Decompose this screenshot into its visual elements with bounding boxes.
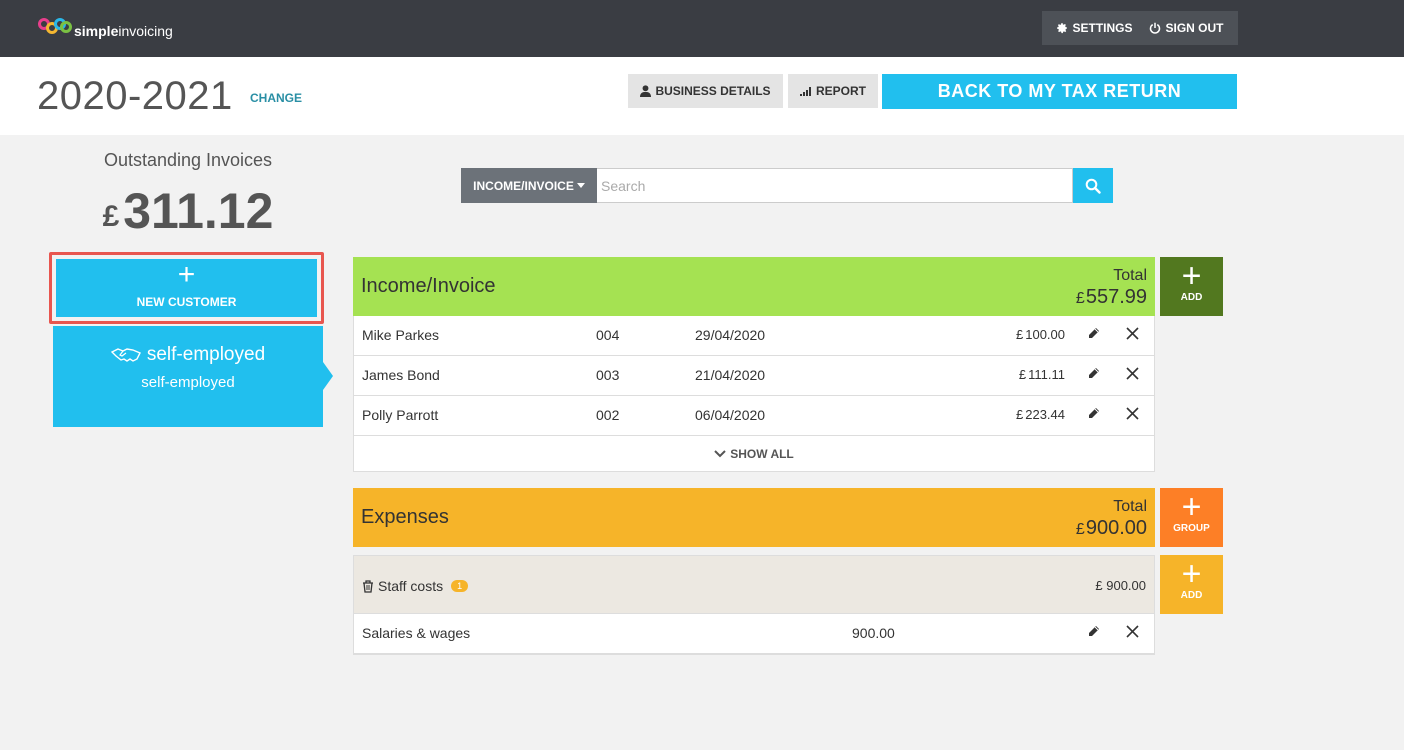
expense-amount-cell: 900.00: [852, 625, 895, 641]
business-details-button[interactable]: BUSINESS DETAILS: [628, 74, 783, 108]
expenses-total-label: Total: [1113, 498, 1147, 515]
pencil-icon[interactable]: [1087, 407, 1100, 423]
close-icon[interactable]: [1126, 327, 1139, 343]
add-group-button[interactable]: + GROUP: [1160, 488, 1223, 547]
handshake-icon: [110, 348, 141, 362]
report-label: REPORT: [815, 84, 866, 98]
close-icon[interactable]: [1126, 625, 1139, 641]
search-input[interactable]: [597, 168, 1073, 203]
customer-subtitle: self-employed: [141, 374, 235, 391]
close-icon[interactable]: [1126, 407, 1139, 423]
customer-name: self-employed: [146, 344, 266, 365]
new-customer-button[interactable]: + NEW CUSTOMER: [56, 259, 317, 317]
chevron-down-icon: [714, 449, 726, 457]
new-customer-highlight: + NEW CUSTOMER: [49, 252, 324, 324]
search-category-dropdown[interactable]: INCOME/INVOICE: [461, 168, 597, 203]
gear-icon: [1057, 23, 1068, 34]
plus-icon: +: [1181, 257, 1202, 295]
new-customer-label: NEW CUSTOMER: [136, 295, 237, 309]
invoice-date-cell: 29/04/2020: [695, 327, 766, 343]
customer-name-cell: Mike Parkes: [362, 327, 440, 343]
invoice-amount-cell: £100.00: [1016, 327, 1065, 342]
expense-row[interactable]: Salaries & wages 900.00: [354, 614, 1154, 654]
expenses-section-header: Expenses Total £900.00: [353, 488, 1155, 547]
customer-name-cell: Polly Parrott: [362, 407, 439, 423]
pencil-icon[interactable]: [1087, 367, 1100, 383]
expenses-total: Total £900.00: [1076, 498, 1147, 540]
plus-icon: +: [177, 258, 196, 291]
invoice-number-cell: 002: [596, 407, 620, 423]
expenses-total-value: 900.00: [1085, 517, 1147, 539]
signal-icon: [799, 87, 811, 96]
invoice-date-cell: 06/04/2020: [695, 407, 766, 423]
sign-out-label: SIGN OUT: [1165, 21, 1224, 35]
outstanding-value: 311.12: [123, 183, 274, 239]
settings-label: SETTINGS: [1072, 21, 1133, 35]
search-bar: INCOME/INVOICE: [461, 168, 1113, 203]
show-all-label: SHOW ALL: [730, 446, 794, 461]
invoice-number-cell: 003: [596, 367, 620, 383]
currency-symbol: £: [102, 200, 120, 233]
group-name: Staff costs: [378, 578, 444, 594]
income-list: Mike Parkes 004 29/04/2020 £100.00 James…: [353, 316, 1155, 472]
add-expense-button[interactable]: + ADD: [1160, 555, 1223, 614]
outstanding-invoices-label: Outstanding Invoices: [103, 150, 273, 170]
customer-card-self-employed[interactable]: self-employed self-employed: [53, 326, 333, 427]
invoice-date-cell: 21/04/2020: [695, 367, 766, 383]
invoice-amount-cell: £111.11: [1018, 367, 1065, 382]
account-menu: SETTINGS SIGN OUT: [1042, 11, 1238, 45]
plus-icon: +: [1181, 488, 1202, 526]
expenses-title: Expenses: [361, 506, 449, 528]
group-amount: £ 900.00: [1095, 578, 1146, 593]
income-title: Income/Invoice: [361, 275, 496, 297]
change-year-link[interactable]: CHANGE: [250, 91, 302, 105]
tax-year-title: 2020-2021: [37, 74, 233, 118]
settings-button[interactable]: SETTINGS: [1056, 21, 1133, 35]
add-expense-label: ADD: [1180, 590, 1203, 601]
income-section-header: Income/Invoice Total £557.99: [353, 257, 1155, 316]
app-logo[interactable]: simpleinvoicing: [38, 14, 173, 40]
currency-symbol: £: [1075, 521, 1085, 538]
outstanding-invoices-amount: £311.12: [53, 182, 323, 240]
sign-out-button[interactable]: SIGN OUT: [1149, 21, 1224, 35]
top-navbar: simpleinvoicing SETTINGS SIGN OUT: [0, 0, 1404, 57]
add-group-label: GROUP: [1173, 523, 1210, 534]
expense-name-cell: Salaries & wages: [362, 625, 471, 641]
search-button[interactable]: [1073, 168, 1113, 203]
income-row[interactable]: Polly Parrott 002 06/04/2020 £223.44: [354, 396, 1154, 436]
caret-down-icon: [576, 183, 585, 188]
add-income-button[interactable]: + ADD: [1160, 257, 1223, 316]
add-income-label: ADD: [1180, 292, 1203, 303]
expense-list: Salaries & wages 900.00: [353, 614, 1155, 655]
income-row[interactable]: Mike Parkes 004 29/04/2020 £100.00: [354, 316, 1154, 356]
trash-icon[interactable]: [362, 579, 374, 593]
group-count-badge: 1: [451, 580, 469, 592]
invoice-number-cell: 004: [596, 327, 620, 343]
close-icon[interactable]: [1126, 367, 1139, 383]
search-icon: [1085, 178, 1101, 194]
show-all-link[interactable]: SHOW ALL: [354, 436, 1154, 471]
invoice-amount-cell: £223.44: [1016, 407, 1065, 422]
user-icon: [640, 85, 652, 97]
logo-icon: [38, 16, 72, 38]
income-total-label: Total: [1113, 267, 1147, 284]
income-total: Total £557.99: [1076, 267, 1147, 309]
logo-text: simpleinvoicing: [74, 23, 173, 39]
plus-icon: +: [1181, 555, 1202, 593]
expense-group-staff-costs[interactable]: Staff costs 1 £ 900.00: [353, 555, 1155, 614]
search-category-label: INCOME/INVOICE: [473, 178, 574, 193]
pencil-icon[interactable]: [1087, 327, 1100, 343]
business-details-label: BUSINESS DETAILS: [655, 84, 771, 98]
income-row[interactable]: James Bond 003 21/04/2020 £111.11: [354, 356, 1154, 396]
pencil-icon[interactable]: [1087, 625, 1100, 641]
back-to-tax-return-button[interactable]: BACK TO MY TAX RETURN: [882, 74, 1237, 109]
power-icon: [1150, 22, 1161, 34]
currency-symbol: £: [1075, 290, 1085, 307]
income-total-value: 557.99: [1085, 286, 1147, 308]
customer-name-cell: James Bond: [362, 367, 440, 383]
report-button[interactable]: REPORT: [788, 74, 878, 108]
